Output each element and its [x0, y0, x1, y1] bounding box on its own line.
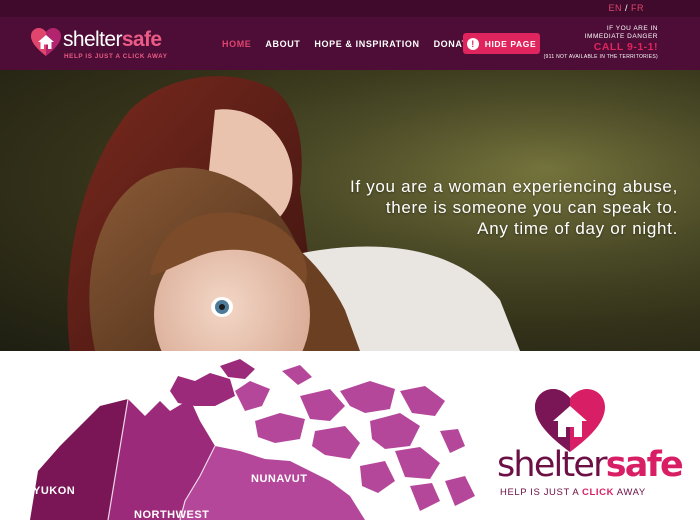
hero-line3: Any time of day or night.	[477, 219, 678, 238]
language-separator: /	[624, 3, 628, 13]
map-label-nunavut: NUNAVUT	[251, 473, 308, 485]
language-en-link[interactable]: EN	[608, 3, 622, 13]
language-bar: EN / FR	[0, 0, 700, 17]
hide-page-button[interactable]: ! HIDE PAGE	[463, 33, 540, 54]
emergency-line2: IMMEDIATE DANGER	[584, 33, 658, 40]
emergency-line1: IF YOU ARE IN	[606, 25, 658, 32]
logo-word-shelter: shelter	[63, 28, 122, 51]
emergency-call: CALL 9-1-1!	[593, 41, 658, 53]
large-tagline-click: CLICK	[582, 487, 615, 498]
hero-line1: If you are a woman experiencing abuse,	[349, 177, 678, 196]
emergency-notice: IF YOU ARE IN IMMEDIATE DANGER CALL 9-1-…	[538, 25, 658, 61]
nav-home[interactable]: HOME	[222, 39, 251, 49]
hide-page-label: HIDE PAGE	[484, 38, 537, 49]
hero-line2: there is someone you can speak to.	[385, 198, 678, 217]
exclamation-icon: !	[466, 37, 479, 50]
large-word-safe: safe	[605, 445, 684, 485]
heart-house-icon	[31, 28, 61, 56]
logo-tagline: HELP IS JUST A CLICK AWAY	[64, 53, 168, 60]
language-fr-link[interactable]: FR	[631, 3, 644, 13]
large-wordmark: sheltersafe	[497, 445, 684, 485]
nav-about[interactable]: ABOUT	[265, 39, 300, 49]
map-label-yukon: YUKON	[33, 485, 76, 497]
logo-word-safe: safe	[121, 28, 162, 51]
hero-banner: If you are a woman experiencing abuse, t…	[0, 70, 700, 351]
large-word-shelter: shelter	[497, 445, 608, 485]
map-section: YUKON NORTHWEST NUNAVUT sheltersafe HELP…	[0, 351, 700, 520]
site-header: sheltersafe HELP IS JUST A CLICK AWAY HO…	[0, 17, 700, 70]
hero-message: If you are a woman experiencing abuse, t…	[350, 176, 678, 239]
logo-wordmark: sheltersafe	[63, 28, 162, 52]
large-tagline: HELP IS JUST A CLICK AWAY	[500, 487, 646, 498]
heart-house-icon	[535, 389, 605, 452]
large-tagline-part2: AWAY	[614, 487, 646, 498]
sheltersafe-logo-large: sheltersafe HELP IS JUST A CLICK AWAY	[497, 387, 684, 507]
map-label-northwest: NORTHWEST	[134, 509, 210, 520]
site-logo[interactable]: sheltersafe HELP IS JUST A CLICK AWAY	[30, 25, 180, 65]
nav-hope-inspiration[interactable]: HOPE & INSPIRATION	[314, 39, 419, 49]
main-nav: HOME ABOUT HOPE & INSPIRATION DONATE	[222, 39, 489, 49]
large-tagline-part1: HELP IS JUST A	[500, 487, 583, 498]
language-switcher: EN / FR	[608, 3, 644, 13]
emergency-note: (911 NOT AVAILABLE IN THE TERRITORIES)	[543, 54, 658, 60]
